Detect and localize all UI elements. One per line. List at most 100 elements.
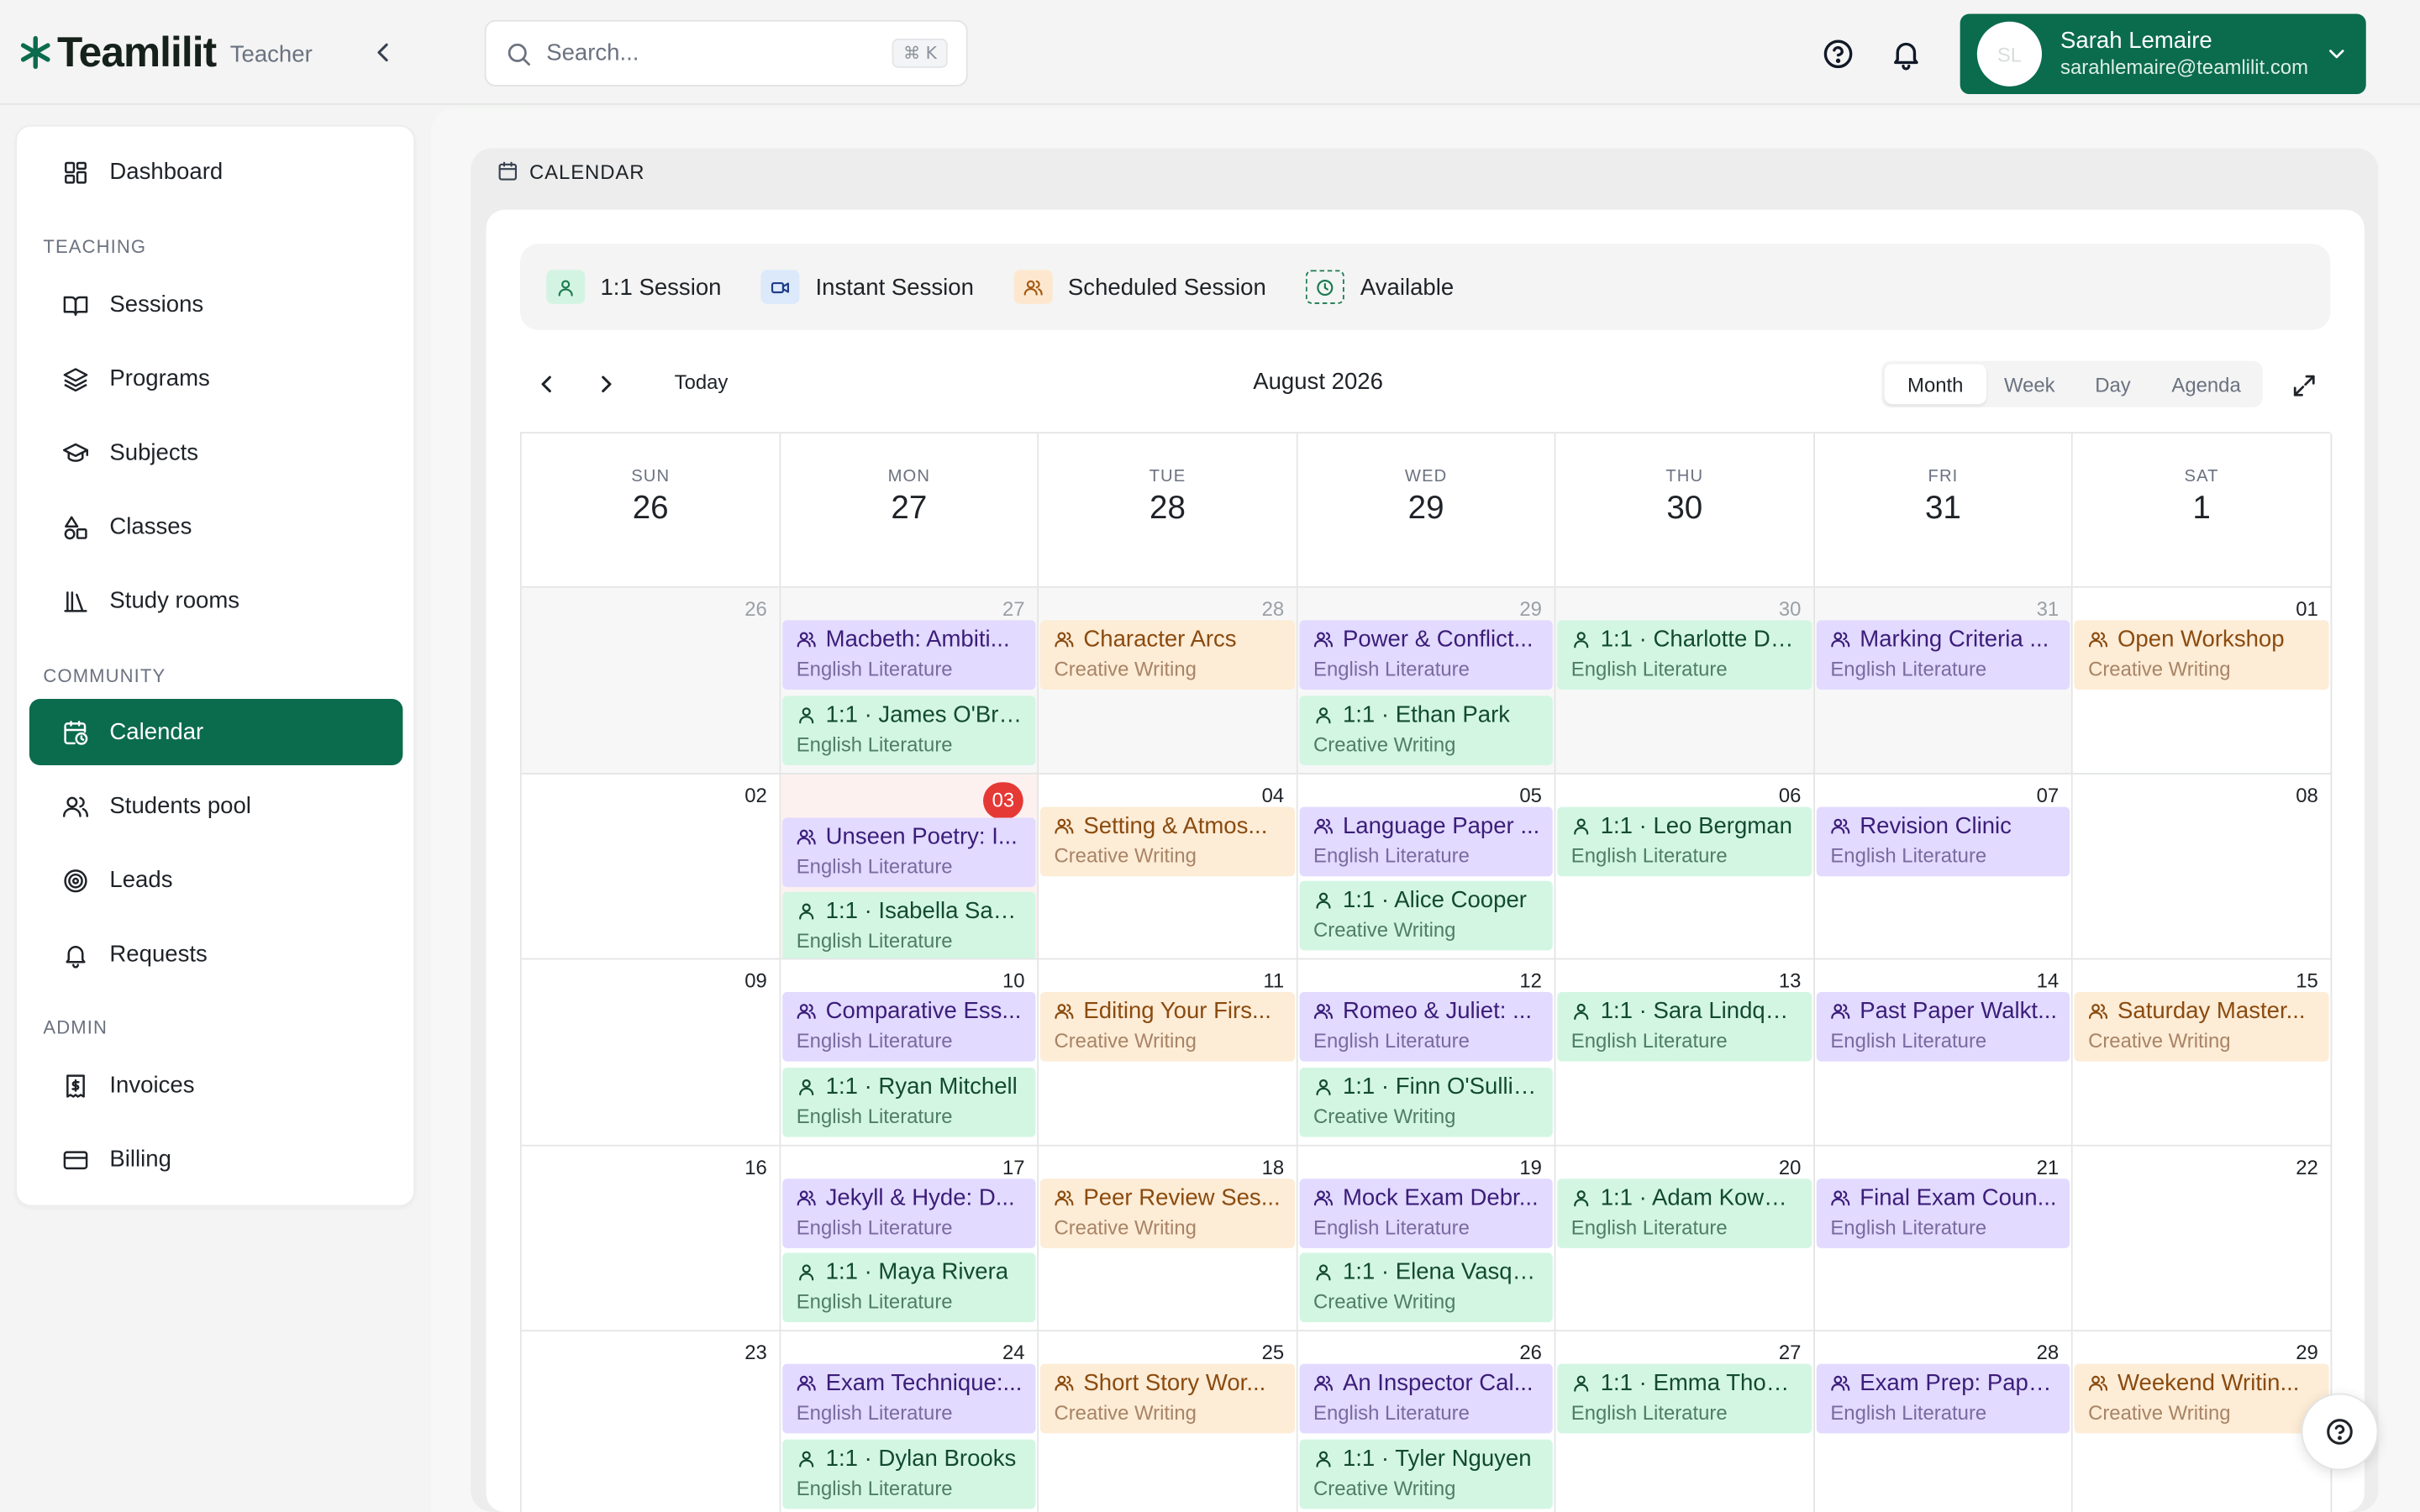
day-cell[interactable]: 05 Language Paper ... English Literature… [1297, 774, 1556, 960]
day-cell[interactable]: 25 Short Story Wor... Creative Writing [1039, 1331, 1298, 1512]
user-menu[interactable]: SL Sarah Lemaire sarahlemaire@teamlilit.… [1960, 13, 2366, 95]
event-chip[interactable]: Mock Exam Debr... English Literature [1299, 1178, 1553, 1247]
sidebar-item-dashboard[interactable]: Dashboard [29, 139, 402, 205]
event-chip[interactable]: 1:1 · Maya Rivera English Literature [782, 1252, 1036, 1323]
event-chip[interactable]: 1:1 · Charlotte Du... English Literature [1557, 620, 1812, 690]
today-button[interactable]: Today [675, 370, 729, 394]
day-cell[interactable]: 10 Comparative Ess... English Literature… [781, 959, 1039, 1146]
event-chip[interactable]: Language Paper ... English Literature [1299, 806, 1553, 876]
view-agenda-button[interactable]: Agenda [2153, 364, 2260, 404]
event-chip[interactable]: 1:1 · Ryan Mitchell English Literature [782, 1067, 1036, 1137]
day-cell[interactable]: 21 Final Exam Coun... English Literature [1814, 1145, 2073, 1332]
event-chip[interactable]: An Inspector Cal... English Literature [1299, 1363, 1553, 1434]
event-chip[interactable]: Short Story Wor... Creative Writing [1039, 1363, 1296, 1434]
sidebar-item-classes[interactable]: Classes [29, 494, 402, 560]
day-cell[interactable]: 11 Editing Your Firs... Creative Writing [1039, 959, 1298, 1146]
event-chip[interactable]: Exam Prep: Pape... English Literature [1816, 1363, 2070, 1434]
sidebar-item-study-rooms[interactable]: Study rooms [29, 568, 402, 634]
view-week-button[interactable]: Week [1986, 364, 2073, 404]
day-cell[interactable]: 29 Power & Conflict... English Literatur… [1297, 587, 1556, 774]
day-cell[interactable]: 09 [521, 959, 781, 1146]
sidebar-item-subjects[interactable]: Subjects [29, 420, 402, 486]
event-chip[interactable]: 1:1 · Ethan Park Creative Writing [1299, 695, 1553, 765]
event-chip[interactable]: Character Arcs Creative Writing [1039, 620, 1296, 690]
collapse-sidebar-button[interactable] [367, 37, 398, 68]
event-chip[interactable]: 1:1 · Isabella Sant... English Literatur… [782, 891, 1036, 958]
day-cell[interactable]: 18 Peer Review Ses... Creative Writing [1039, 1145, 1298, 1332]
event-chip[interactable]: Marking Criteria ... English Literature [1816, 620, 2070, 690]
sidebar-item-calendar[interactable]: Calendar [29, 699, 403, 766]
next-month-button[interactable] [592, 370, 620, 398]
fullscreen-button[interactable] [2291, 372, 2318, 400]
sidebar-item-invoices[interactable]: Invoices [29, 1053, 402, 1119]
day-cell[interactable]: 30 1:1 · Charlotte Du... English Literat… [1555, 587, 1815, 774]
help-fab-button[interactable] [2301, 1393, 2379, 1471]
event-chip[interactable]: 1:1 · Leo Bergman English Literature [1557, 806, 1812, 876]
event-chip[interactable]: Weekend Writin... Creative Writing [2074, 1363, 2329, 1434]
day-cell[interactable]: 23 [521, 1331, 781, 1512]
view-month-button[interactable]: Month [1884, 364, 1986, 405]
event-chip[interactable]: Exam Technique:... English Literature [782, 1363, 1036, 1434]
brand[interactable]: Teamlilit Teacher [18, 29, 313, 76]
event-chip[interactable]: 1:1 · Sara Lindqvist English Literature [1557, 992, 1812, 1062]
day-cell[interactable]: 01 Open Workshop Creative Writing [2072, 587, 2333, 774]
day-cell[interactable]: 22 [2072, 1145, 2333, 1332]
day-cell[interactable]: 07 Revision Clinic English Literature [1814, 774, 2073, 960]
day-cell[interactable]: 17 Jekyll & Hyde: D... English Literatur… [781, 1145, 1039, 1332]
day-cell[interactable]: 04 Setting & Atmos... Creative Writing [1039, 774, 1298, 960]
event-chip[interactable]: Saturday Master... Creative Writing [2074, 992, 2329, 1062]
day-cell[interactable]: 16 [521, 1145, 781, 1332]
day-cell[interactable]: 02 [521, 774, 781, 960]
day-cell[interactable]: 24 Exam Technique:... English Literature… [781, 1331, 1039, 1512]
event-chip[interactable]: Revision Clinic English Literature [1816, 806, 2070, 876]
help-button[interactable] [1821, 37, 1854, 71]
day-cell[interactable]: 13 1:1 · Sara Lindqvist English Literatu… [1555, 959, 1815, 1146]
day-cell[interactable]: 26 An Inspector Cal... English Literatur… [1297, 1331, 1556, 1512]
day-cell[interactable]: 12 Romeo & Juliet: ... English Literatur… [1297, 959, 1556, 1146]
event-chip[interactable]: Romeo & Juliet: ... English Literature [1299, 992, 1553, 1062]
prev-month-button[interactable] [533, 370, 560, 398]
day-cell[interactable]: 31 Marking Criteria ... English Literatu… [1814, 587, 2073, 774]
event-chip[interactable]: Setting & Atmos... Creative Writing [1039, 806, 1296, 876]
search-bar[interactable]: ⌘ K [484, 19, 968, 87]
day-cell[interactable]: 08 [2072, 774, 2333, 960]
event-chip[interactable]: Final Exam Coun... English Literature [1816, 1178, 2070, 1247]
day-cell[interactable]: 19 Mock Exam Debr... English Literature … [1297, 1145, 1556, 1332]
day-cell[interactable]: 27 1:1 · Emma Thom... English Literature [1555, 1331, 1815, 1512]
day-cell[interactable]: 20 1:1 · Adam Kowal... English Literatur… [1555, 1145, 1815, 1332]
sidebar-item-requests[interactable]: Requests [29, 921, 402, 988]
notifications-button[interactable] [1889, 37, 1923, 71]
event-chip[interactable]: Editing Your Firs... Creative Writing [1039, 992, 1296, 1062]
day-cell[interactable]: 15 Saturday Master... Creative Writing [2072, 959, 2333, 1146]
event-chip[interactable]: 1:1 · James O'Brien English Literature [782, 695, 1036, 765]
day-cell[interactable]: 26 [521, 587, 781, 774]
event-chip[interactable]: Past Paper Walkt... English Literature [1816, 992, 2070, 1062]
day-cell[interactable]: 28 Character Arcs Creative Writing [1039, 587, 1298, 774]
search-input[interactable] [546, 39, 855, 66]
event-chip[interactable]: Unseen Poetry: I... English Literature [782, 816, 1036, 887]
event-chip[interactable]: Jekyll & Hyde: D... English Literature [782, 1178, 1036, 1247]
day-cell[interactable]: 29 Weekend Writin... Creative Writing [2072, 1331, 2333, 1512]
sidebar-item-leads[interactable]: Leads [29, 847, 402, 913]
sidebar-item-students-pool[interactable]: Students pool [29, 773, 402, 839]
sidebar-item-billing[interactable]: Billing [29, 1126, 402, 1193]
event-chip[interactable]: 1:1 · Tyler Nguyen Creative Writing [1299, 1438, 1553, 1509]
day-cell[interactable]: 14 Past Paper Walkt... English Literatur… [1814, 959, 2073, 1146]
view-day-button[interactable]: Day [2073, 364, 2154, 404]
event-chip[interactable]: Power & Conflict... English Literature [1299, 620, 1553, 690]
event-chip[interactable]: Comparative Ess... English Literature [782, 992, 1036, 1062]
sidebar-item-programs[interactable]: Programs [29, 345, 402, 412]
event-chip[interactable]: Peer Review Ses... Creative Writing [1039, 1178, 1296, 1247]
event-chip[interactable]: 1:1 · Elena Vasqu... Creative Writing [1299, 1252, 1553, 1323]
sidebar-item-sessions[interactable]: Sessions [29, 271, 402, 338]
event-chip[interactable]: 1:1 · Dylan Brooks English Literature [782, 1438, 1036, 1509]
event-chip[interactable]: 1:1 · Finn O'Sulliv... Creative Writing [1299, 1067, 1553, 1137]
day-cell[interactable]: 27 Macbeth: Ambiti... English Literature… [781, 587, 1039, 774]
event-chip[interactable]: 1:1 · Alice Cooper Creative Writing [1299, 880, 1553, 951]
day-cell[interactable]: 28 Exam Prep: Pape... English Literature [1814, 1331, 2073, 1512]
day-cell[interactable]: 03 Unseen Poetry: I... English Literatur… [781, 774, 1039, 960]
event-chip[interactable]: Macbeth: Ambiti... English Literature [782, 620, 1036, 690]
event-chip[interactable]: Open Workshop Creative Writing [2074, 620, 2329, 690]
event-chip[interactable]: 1:1 · Adam Kowal... English Literature [1557, 1178, 1812, 1247]
event-chip[interactable]: 1:1 · Emma Thom... English Literature [1557, 1363, 1812, 1434]
